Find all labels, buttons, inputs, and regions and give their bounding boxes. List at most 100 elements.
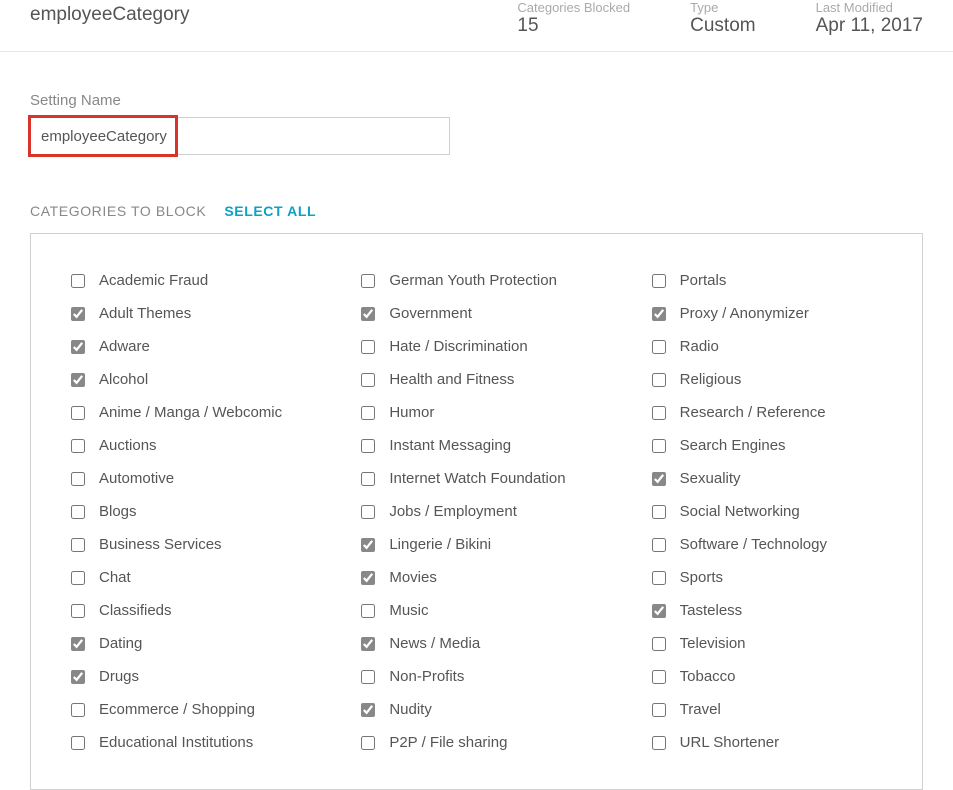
category-checkbox[interactable] bbox=[361, 703, 375, 717]
category-row: News / Media bbox=[361, 627, 591, 660]
category-checkbox[interactable] bbox=[652, 670, 666, 684]
category-row: Sexuality bbox=[652, 462, 882, 495]
category-row: Social Networking bbox=[652, 495, 882, 528]
category-checkbox[interactable] bbox=[361, 538, 375, 552]
category-row: Hate / Discrimination bbox=[361, 330, 591, 363]
category-checkbox[interactable] bbox=[652, 472, 666, 486]
category-checkbox[interactable] bbox=[652, 340, 666, 354]
categories-box: Academic Fraud Adult Themes Adware Alcohol A… bbox=[30, 233, 923, 790]
category-checkbox[interactable] bbox=[71, 670, 85, 684]
category-label: URL Shortener bbox=[680, 734, 780, 751]
category-checkbox[interactable] bbox=[71, 604, 85, 618]
category-label: Tobacco bbox=[680, 668, 736, 685]
category-checkbox[interactable] bbox=[361, 571, 375, 585]
category-label: Adware bbox=[99, 338, 150, 355]
categories-header: CATEGORIES TO BLOCK SELECT ALL bbox=[30, 203, 923, 219]
category-checkbox[interactable] bbox=[652, 373, 666, 387]
category-row: Radio bbox=[652, 330, 882, 363]
category-checkbox[interactable] bbox=[361, 307, 375, 321]
category-checkbox[interactable] bbox=[361, 439, 375, 453]
category-label: Drugs bbox=[99, 668, 139, 685]
category-label: Jobs / Employment bbox=[389, 503, 517, 520]
category-label: Proxy / Anonymizer bbox=[680, 305, 809, 322]
category-checkbox[interactable] bbox=[652, 736, 666, 750]
category-checkbox[interactable] bbox=[71, 637, 85, 651]
category-checkbox[interactable] bbox=[652, 538, 666, 552]
category-checkbox[interactable] bbox=[361, 505, 375, 519]
category-checkbox[interactable] bbox=[361, 637, 375, 651]
category-checkbox[interactable] bbox=[71, 406, 85, 420]
category-row: Television bbox=[652, 627, 882, 660]
category-checkbox[interactable] bbox=[361, 604, 375, 618]
category-checkbox[interactable] bbox=[71, 307, 85, 321]
category-row: Research / Reference bbox=[652, 396, 882, 429]
category-label: Chat bbox=[99, 569, 131, 586]
category-checkbox[interactable] bbox=[71, 373, 85, 387]
category-checkbox[interactable] bbox=[71, 274, 85, 288]
category-label: Adult Themes bbox=[99, 305, 191, 322]
category-row: Tobacco bbox=[652, 660, 882, 693]
category-row: Sports bbox=[652, 561, 882, 594]
category-label: Religious bbox=[680, 371, 742, 388]
category-label: Academic Fraud bbox=[99, 272, 208, 289]
content-area: Setting Name CATEGORIES TO BLOCK SELECT … bbox=[0, 52, 953, 790]
category-checkbox[interactable] bbox=[361, 472, 375, 486]
category-checkbox[interactable] bbox=[361, 274, 375, 288]
category-label: Auctions bbox=[99, 437, 157, 454]
category-checkbox[interactable] bbox=[361, 340, 375, 354]
category-checkbox[interactable] bbox=[71, 472, 85, 486]
categories-col-3: Portals Proxy / Anonymizer Radio Religious R… bbox=[652, 264, 882, 759]
category-row: Ecommerce / Shopping bbox=[71, 693, 301, 726]
summary-blocked: Categories Blocked 15 bbox=[517, 0, 630, 37]
category-checkbox[interactable] bbox=[71, 703, 85, 717]
category-label: Educational Institutions bbox=[99, 734, 253, 751]
category-checkbox[interactable] bbox=[652, 505, 666, 519]
category-checkbox[interactable] bbox=[71, 505, 85, 519]
category-label: Portals bbox=[680, 272, 727, 289]
setting-name-input[interactable] bbox=[30, 117, 450, 155]
category-label: Search Engines bbox=[680, 437, 786, 454]
summary-type: Type Custom bbox=[690, 0, 755, 37]
category-checkbox[interactable] bbox=[652, 604, 666, 618]
category-label: P2P / File sharing bbox=[389, 734, 507, 751]
category-checkbox[interactable] bbox=[652, 274, 666, 288]
category-row: Alcohol bbox=[71, 363, 301, 396]
category-checkbox[interactable] bbox=[361, 373, 375, 387]
category-label: Dating bbox=[99, 635, 142, 652]
category-row: Music bbox=[361, 594, 591, 627]
summary-label: Type bbox=[690, 0, 755, 15]
summary-label: Categories Blocked bbox=[517, 0, 630, 15]
category-label: Software / Technology bbox=[680, 536, 827, 553]
select-all-button[interactable]: SELECT ALL bbox=[224, 203, 316, 219]
category-row: Instant Messaging bbox=[361, 429, 591, 462]
category-checkbox[interactable] bbox=[361, 406, 375, 420]
category-label: Tasteless bbox=[680, 602, 743, 619]
category-checkbox[interactable] bbox=[71, 571, 85, 585]
category-label: Blogs bbox=[99, 503, 137, 520]
category-checkbox[interactable] bbox=[71, 439, 85, 453]
category-checkbox[interactable] bbox=[652, 571, 666, 585]
category-row: Movies bbox=[361, 561, 591, 594]
category-row: Non-Profits bbox=[361, 660, 591, 693]
category-checkbox[interactable] bbox=[71, 538, 85, 552]
category-checkbox[interactable] bbox=[652, 439, 666, 453]
category-checkbox[interactable] bbox=[652, 703, 666, 717]
category-label: Sexuality bbox=[680, 470, 741, 487]
category-checkbox[interactable] bbox=[361, 736, 375, 750]
category-row: Adult Themes bbox=[71, 297, 301, 330]
category-label: Ecommerce / Shopping bbox=[99, 701, 255, 718]
category-row: Nudity bbox=[361, 693, 591, 726]
category-row: Jobs / Employment bbox=[361, 495, 591, 528]
category-checkbox[interactable] bbox=[652, 307, 666, 321]
category-label: Internet Watch Foundation bbox=[389, 470, 565, 487]
category-checkbox[interactable] bbox=[652, 406, 666, 420]
category-checkbox[interactable] bbox=[71, 340, 85, 354]
category-row: URL Shortener bbox=[652, 726, 882, 759]
category-label: Radio bbox=[680, 338, 719, 355]
category-checkbox[interactable] bbox=[652, 637, 666, 651]
category-checkbox[interactable] bbox=[361, 670, 375, 684]
category-row: P2P / File sharing bbox=[361, 726, 591, 759]
category-checkbox[interactable] bbox=[71, 736, 85, 750]
category-row: Proxy / Anonymizer bbox=[652, 297, 882, 330]
category-row: Internet Watch Foundation bbox=[361, 462, 591, 495]
